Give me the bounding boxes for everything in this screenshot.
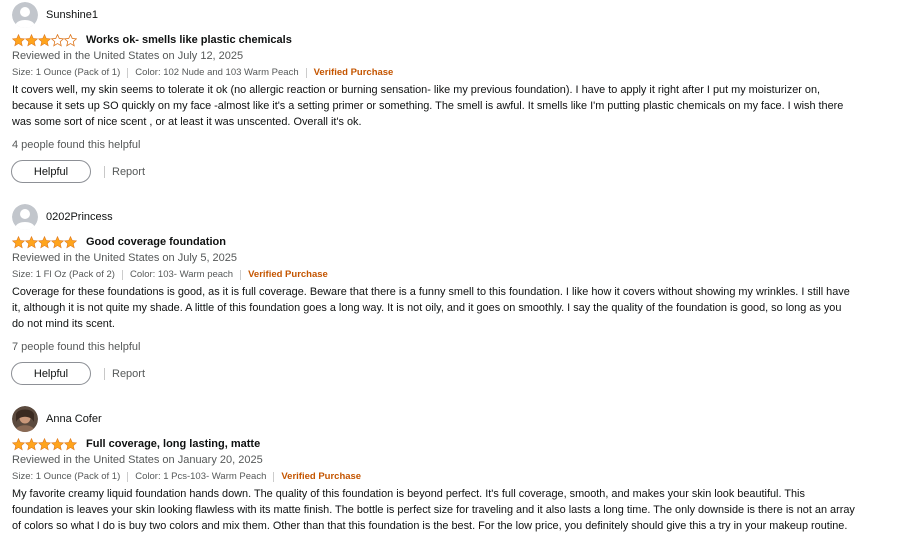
reviewer-profile[interactable]: Anna Cofer (12, 406, 102, 432)
star-filled-icon (25, 235, 38, 248)
divider (104, 368, 105, 380)
review-format: Size: 1 Fl Oz (Pack of 2) Color: 103- Wa… (12, 269, 328, 280)
review-title[interactable]: Good coverage foundation (86, 236, 226, 248)
star-filled-icon (51, 437, 64, 450)
variant-size[interactable]: Size: 1 Fl Oz (Pack of 2) (12, 269, 115, 280)
review-date: Reviewed in the United States on January… (12, 454, 263, 466)
review-format: Size: 1 Ounce (Pack of 1) Color: 102 Nud… (12, 67, 393, 78)
report-link[interactable]: Report (112, 166, 145, 178)
default-avatar-icon (12, 2, 38, 28)
review-date: Reviewed in the United States on July 12… (12, 50, 244, 62)
review-title[interactable]: Works ok- smells like plastic chemicals (86, 34, 292, 46)
helpful-button[interactable]: Helpful (11, 362, 91, 385)
divider (104, 166, 105, 178)
reviewer-profile[interactable]: Sunshine1 (12, 2, 98, 28)
default-avatar-icon (12, 204, 38, 230)
helpful-button[interactable]: Helpful (11, 160, 91, 183)
star-rating[interactable] (12, 437, 77, 451)
star-filled-icon (64, 437, 77, 450)
review-body-line: foundation is leaves your skin looking f… (12, 503, 855, 516)
reviewer-name[interactable]: 0202Princess (46, 211, 113, 223)
star-filled-icon (38, 235, 51, 248)
star-filled-icon (25, 437, 38, 450)
reviewer-name[interactable]: Anna Cofer (46, 413, 102, 425)
divider (127, 67, 129, 78)
variant-color[interactable]: Color: 1 Pcs-103- Warm Peach (135, 471, 266, 482)
star-filled-icon (12, 437, 25, 450)
review-title-row: Full coverage, long lasting, matte (12, 436, 260, 452)
verified-purchase-badge: Verified Purchase (313, 67, 394, 78)
star-filled-icon (12, 235, 25, 248)
review-body-line: was some sort of nice scent , or at leas… (12, 115, 362, 128)
star-rating[interactable] (12, 33, 77, 47)
review-body: Coverage for these foundations is good, … (12, 285, 904, 332)
review-title[interactable]: Full coverage, long lasting, matte (86, 438, 260, 450)
star-filled-icon (25, 33, 38, 46)
divider (240, 269, 242, 280)
variant-size[interactable]: Size: 1 Ounce (Pack of 1) (12, 67, 120, 78)
divider (127, 471, 129, 482)
variant-size[interactable]: Size: 1 Ounce (Pack of 1) (12, 471, 120, 482)
review-title-row: Works ok- smells like plastic chemicals (12, 32, 292, 48)
star-filled-icon (51, 235, 64, 248)
variant-color[interactable]: Color: 103- Warm peach (130, 269, 233, 280)
divider (305, 67, 307, 78)
review-body-line: Coverage for these foundations is good, … (12, 286, 850, 298)
star-rating[interactable] (12, 235, 77, 249)
verified-purchase-badge: Verified Purchase (248, 269, 328, 280)
variant-color[interactable]: Color: 102 Nude and 103 Warm Peach (135, 67, 298, 78)
reviewer-profile[interactable]: 0202Princess (12, 204, 113, 230)
verified-purchase-badge: Verified Purchase (281, 471, 362, 482)
review-body-line: because it sets up SO quickly on my face… (12, 99, 844, 112)
helpful-count: 4 people found this helpful (12, 139, 141, 151)
review-body: It covers well, my skin seems to tolerat… (12, 83, 904, 130)
divider (273, 471, 275, 482)
review-body-line: My favorite creamy liquid foundation han… (12, 488, 805, 500)
star-filled-icon (64, 235, 77, 248)
review-format: Size: 1 Ounce (Pack of 1) Color: 1 Pcs-1… (12, 471, 361, 482)
star-filled-icon (38, 437, 51, 450)
review-title-row: Good coverage foundation (12, 234, 226, 250)
review-body-line: of colors so what I do is buy two colors… (12, 519, 848, 532)
divider (121, 269, 123, 280)
star-filled-icon (12, 33, 25, 46)
star-empty-icon (64, 33, 77, 47)
review-date: Reviewed in the United States on July 5,… (12, 252, 238, 264)
star-empty-icon (51, 33, 64, 47)
report-link[interactable]: Report (112, 368, 145, 380)
review-body-line: do not mind its scent. (12, 317, 115, 330)
reviewer-name[interactable]: Sunshine1 (46, 9, 98, 21)
star-filled-icon (38, 33, 51, 46)
review-body-line: It covers well, my skin seems to tolerat… (12, 84, 821, 96)
helpful-count: 7 people found this helpful (12, 341, 141, 353)
review-body: My favorite creamy liquid foundation han… (12, 487, 904, 534)
user-photo-avatar (12, 406, 38, 432)
review-body-line: it, although it is not quite my shade. A… (12, 301, 842, 314)
